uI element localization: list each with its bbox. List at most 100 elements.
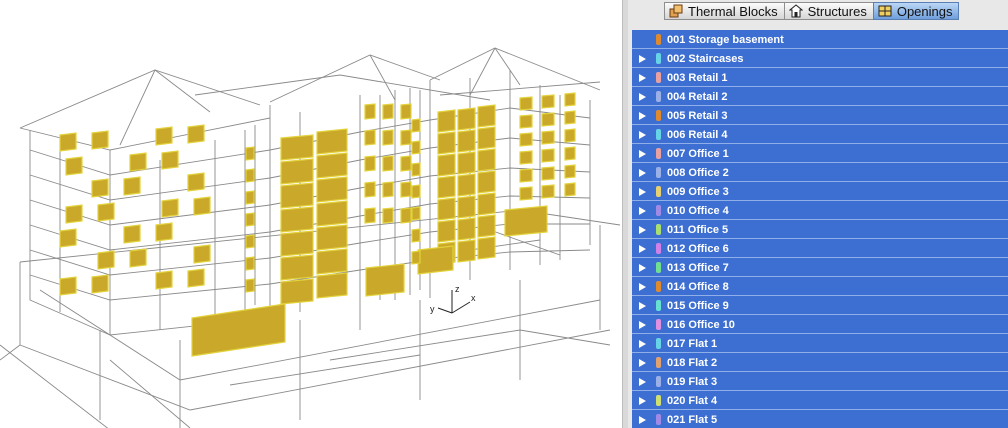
- glazing-pane[interactable]: [437, 109, 456, 133]
- glazing-pane[interactable]: [161, 198, 179, 218]
- list-item[interactable]: 001 Storage basement: [632, 31, 1008, 49]
- disclosure-triangle-icon[interactable]: [639, 73, 646, 82]
- glazing-pane[interactable]: [59, 132, 77, 152]
- glazing-pane[interactable]: [187, 172, 205, 192]
- glazing-pane[interactable]: [411, 228, 421, 243]
- glazing-pane[interactable]: [400, 155, 412, 172]
- glazing-pane[interactable]: [411, 250, 421, 265]
- glazing-pane[interactable]: [477, 126, 496, 150]
- disclosure-triangle-icon[interactable]: [639, 168, 646, 177]
- glazing-pane[interactable]: [280, 206, 314, 233]
- glazing-pane[interactable]: [245, 256, 255, 271]
- disclosure-triangle-icon[interactable]: [639, 187, 646, 196]
- glazing-pane[interactable]: [187, 124, 205, 144]
- glazing-pane[interactable]: [519, 132, 533, 147]
- glazing-pane[interactable]: [97, 202, 115, 222]
- disclosure-triangle-icon[interactable]: [639, 54, 646, 63]
- glazing-pane[interactable]: [316, 200, 348, 227]
- glazing-pane[interactable]: [245, 212, 255, 227]
- glazing-pane[interactable]: [316, 152, 348, 179]
- glazing-pane[interactable]: [400, 181, 412, 198]
- disclosure-triangle-icon[interactable]: [639, 111, 646, 120]
- tab-thermal-blocks[interactable]: Thermal Blocks: [664, 2, 785, 20]
- glazing-pane[interactable]: [477, 170, 496, 194]
- list-item[interactable]: 019 Flat 3: [632, 373, 1008, 391]
- glazing-pane[interactable]: [91, 274, 109, 294]
- glazing-pane[interactable]: [187, 268, 205, 288]
- glazing-pane[interactable]: [245, 190, 255, 205]
- glazing-pane[interactable]: [364, 181, 376, 198]
- glazing-pane[interactable]: [519, 150, 533, 165]
- list-item[interactable]: 007 Office 1: [632, 145, 1008, 163]
- disclosure-triangle-icon[interactable]: [639, 301, 646, 310]
- glazing-pane[interactable]: [193, 244, 211, 264]
- glazing-pane[interactable]: [161, 150, 179, 170]
- glazing-pane[interactable]: [477, 192, 496, 216]
- list-item[interactable]: 009 Office 3: [632, 183, 1008, 201]
- list-item[interactable]: 010 Office 4: [632, 202, 1008, 220]
- disclosure-triangle-icon[interactable]: [639, 244, 646, 253]
- disclosure-triangle-icon[interactable]: [639, 130, 646, 139]
- glazing-pane[interactable]: [457, 151, 476, 175]
- glazing-pane[interactable]: [541, 148, 555, 163]
- disclosure-triangle-icon[interactable]: [639, 320, 646, 329]
- disclosure-triangle-icon[interactable]: [639, 263, 646, 272]
- glazing-pane[interactable]: [437, 175, 456, 199]
- glazing-pane[interactable]: [541, 184, 555, 199]
- glazing-pane[interactable]: [97, 250, 115, 270]
- glazing-pane[interactable]: [382, 207, 394, 224]
- list-item[interactable]: 005 Retail 3: [632, 107, 1008, 125]
- list-item[interactable]: 018 Flat 2: [632, 354, 1008, 372]
- glazing-pane[interactable]: [316, 272, 348, 299]
- disclosure-triangle-icon[interactable]: [639, 225, 646, 234]
- glazing-pane[interactable]: [316, 248, 348, 275]
- glazing-pane[interactable]: [411, 118, 421, 133]
- glazing-pane[interactable]: [280, 182, 314, 209]
- glazing-pane[interactable]: [59, 228, 77, 248]
- glazing-pane[interactable]: [364, 129, 376, 146]
- list-item[interactable]: 003 Retail 1: [632, 69, 1008, 87]
- glazing-pane[interactable]: [245, 168, 255, 183]
- glazing-pane[interactable]: [65, 156, 83, 176]
- glazing-pane[interactable]: [519, 168, 533, 183]
- glazing-pane[interactable]: [155, 270, 173, 290]
- glazing-pane[interactable]: [564, 128, 576, 143]
- disclosure-triangle-icon[interactable]: [639, 358, 646, 367]
- glazing-pane[interactable]: [382, 155, 394, 172]
- list-item[interactable]: 013 Office 7: [632, 259, 1008, 277]
- glazing-pane[interactable]: [457, 195, 476, 219]
- glazing-pane[interactable]: [316, 128, 348, 155]
- glazing-pane[interactable]: [155, 222, 173, 242]
- glazing-pane[interactable]: [541, 94, 555, 109]
- glazing-pane[interactable]: [564, 182, 576, 197]
- glazing-pane[interactable]: [191, 303, 286, 357]
- glazing-pane[interactable]: [364, 155, 376, 172]
- glazing-pane[interactable]: [400, 103, 412, 120]
- 3d-model-viewport[interactable]: z x y: [0, 0, 622, 428]
- disclosure-triangle-icon[interactable]: [639, 206, 646, 215]
- glazing-pane[interactable]: [280, 230, 314, 257]
- glazing-pane[interactable]: [316, 224, 348, 251]
- glazing-pane[interactable]: [400, 207, 412, 224]
- glazing-pane[interactable]: [564, 146, 576, 161]
- glazing-pane[interactable]: [91, 130, 109, 150]
- glazing-pane[interactable]: [457, 107, 476, 131]
- glazing-pane[interactable]: [65, 204, 83, 224]
- disclosure-triangle-icon[interactable]: [639, 377, 646, 386]
- glazing-pane[interactable]: [437, 153, 456, 177]
- disclosure-triangle-icon[interactable]: [639, 92, 646, 101]
- glazing-pane[interactable]: [411, 162, 421, 177]
- list-item[interactable]: 002 Staircases: [632, 50, 1008, 68]
- list-item[interactable]: 012 Office 6: [632, 240, 1008, 258]
- glazing-pane[interactable]: [541, 130, 555, 145]
- glazing-pane[interactable]: [280, 278, 314, 305]
- glazing-pane[interactable]: [382, 103, 394, 120]
- glazing-pane[interactable]: [477, 148, 496, 172]
- glazing-pane[interactable]: [365, 263, 405, 297]
- glazing-pane[interactable]: [541, 112, 555, 127]
- glazing-pane[interactable]: [123, 224, 141, 244]
- glazing-pane[interactable]: [245, 234, 255, 249]
- glazing-pane[interactable]: [457, 173, 476, 197]
- glazing-pane[interactable]: [364, 103, 376, 120]
- list-item[interactable]: 020 Flat 4: [632, 392, 1008, 410]
